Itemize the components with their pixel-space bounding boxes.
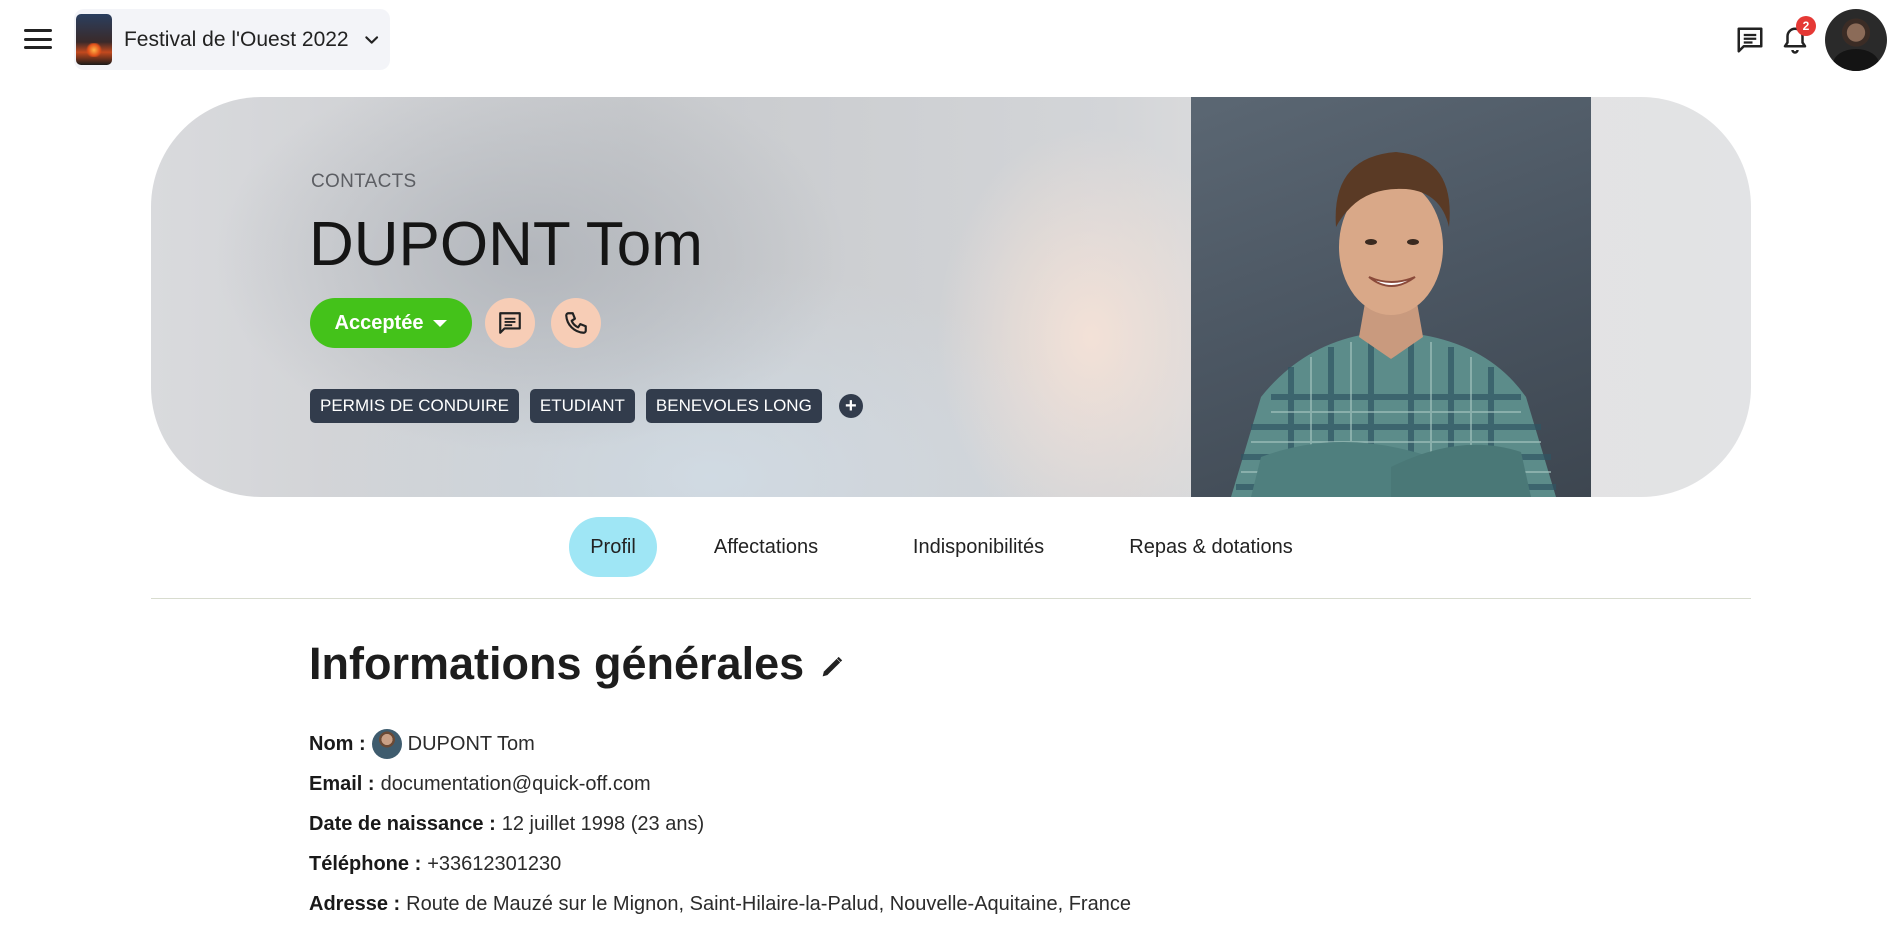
info-row-birthdate: Date de naissance : 12 juillet 1998 (23 … [309,804,1131,844]
event-name: Festival de l'Ouest 2022 [123,27,349,51]
caret-down-icon [433,319,448,327]
notification-badge: 2 [1796,16,1816,36]
tag-chip[interactable]: ETUDIANT [529,389,635,423]
status-dropdown-button[interactable]: Acceptée [310,298,472,348]
info-row-phone: Téléphone : +33612301230 [309,844,1131,884]
hamburger-menu-icon[interactable] [22,25,54,53]
chevron-down-icon [364,35,378,44]
tab-indisponibilites[interactable]: Indisponibilités [896,517,1061,577]
info-row-nom: Nom : DUPONT Tom [309,724,1131,764]
pencil-icon[interactable] [818,653,846,686]
tab-affectations[interactable]: Affectations [696,517,836,577]
info-value: Route de Mauzé sur le Mignon, Saint-Hila… [406,892,1131,915]
tab-repas-dotations[interactable]: Repas & dotations [1116,517,1306,577]
info-label: Nom : [309,732,366,755]
plus-icon[interactable]: + [838,394,863,418]
info-value: DUPONT Tom [407,732,535,755]
phone-icon [565,312,587,334]
contact-hero: CONTACTS DUPONT Tom Acceptée PERMIS DE C… [151,97,1751,497]
info-label: Email : [309,772,375,795]
chat-icon[interactable] [1735,25,1765,60]
event-selector[interactable]: Festival de l'Ouest 2022 [74,9,390,70]
tag-list: PERMIS DE CONDUIRE ETUDIANT BENEVOLES LO… [310,389,863,423]
avatar [371,729,402,759]
info-list: Nom : DUPONT Tom Email : documentation@q… [309,724,1131,924]
bell-icon[interactable]: 2 [1780,16,1816,60]
info-value: documentation@quick-off.com [380,772,651,795]
info-label: Téléphone : [309,852,422,875]
event-thumbnail [76,14,112,65]
info-value: +33612301230 [427,852,562,875]
info-label: Adresse : [309,892,401,915]
tag-chip[interactable]: BENEVOLES LONG [645,389,822,423]
contact-name: DUPONT Tom [309,210,703,279]
info-label: Date de naissance : [309,812,496,835]
tab-bar: Profil Affectations Indisponibilités Rep… [151,515,1751,599]
top-bar: Festival de l'Ouest 2022 2 [0,0,1895,78]
tab-profil[interactable]: Profil [569,517,657,577]
user-avatar[interactable] [1825,9,1887,71]
info-value: 12 juillet 1998 (23 ans) [501,812,705,835]
contact-photo [1191,97,1591,497]
call-button[interactable] [551,298,601,348]
message-button[interactable] [485,298,535,348]
section-label: CONTACTS [311,171,417,192]
status-label: Acceptée [334,311,424,334]
info-row-address: Adresse : Route de Mauzé sur le Mignon, … [309,884,1131,924]
section-title: Informations générales [309,638,805,689]
message-icon [499,312,521,334]
tag-chip[interactable]: PERMIS DE CONDUIRE [310,389,519,423]
info-row-email: Email : documentation@quick-off.com [309,764,1131,804]
